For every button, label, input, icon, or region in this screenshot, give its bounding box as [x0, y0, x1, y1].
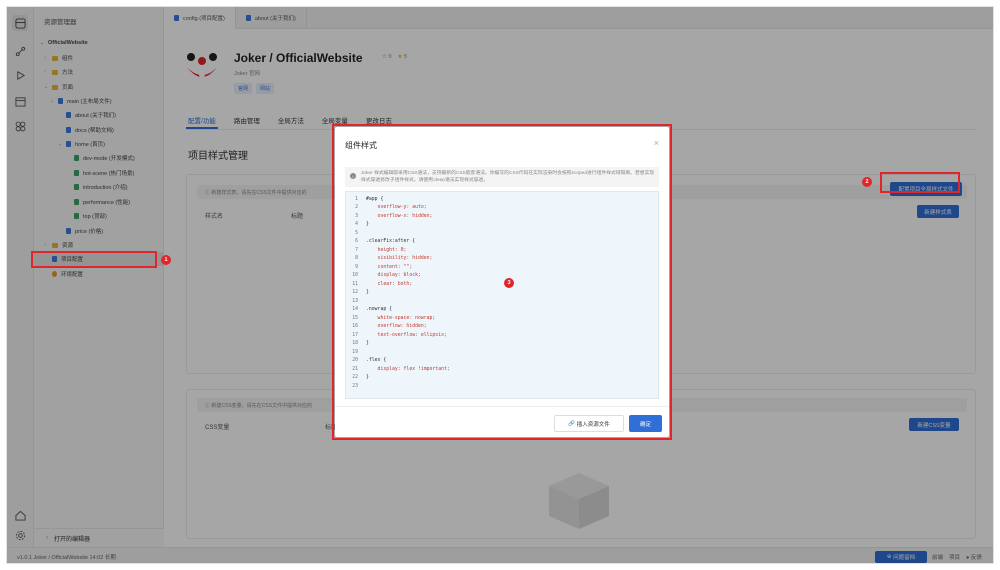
code-line[interactable]: 17 text-overflow: ellipsis; — [346, 331, 447, 340]
close-icon[interactable]: × — [654, 138, 659, 148]
line-number: 19 — [352, 349, 358, 355]
line-number: 2 — [355, 205, 358, 211]
code-text: display: flex !important; — [366, 366, 450, 372]
code-line[interactable]: 13 — [346, 297, 366, 306]
code-line[interactable]: 2 overflow-y: auto; — [346, 204, 427, 213]
line-number: 3 — [355, 213, 358, 219]
component-style-modal: 组件样式 × i Joker 样式编辑取采用CSS语法，支持最新的CSS嵌套语法… — [335, 127, 669, 437]
code-text: content: ""; — [366, 264, 413, 270]
confirm-button[interactable]: 确定 — [629, 415, 662, 432]
code-line[interactable]: 15 white-space: nowrap; — [346, 314, 435, 323]
code-line[interactable]: 18} — [346, 340, 369, 349]
code-line[interactable]: 5 — [346, 229, 366, 238]
line-number: 14 — [352, 307, 358, 313]
code-text: #app { — [366, 196, 384, 202]
code-text: height: 0; — [366, 247, 407, 253]
insert-resource-button[interactable]: 🔗 插入资源文件 — [554, 415, 624, 432]
code-line[interactable]: 12} — [346, 289, 369, 298]
code-line[interactable]: 14 .nowrap { — [346, 306, 392, 315]
line-number: 9 — [355, 264, 358, 270]
code-line[interactable]: 6 .clearFix:after { — [346, 238, 415, 247]
code-line[interactable]: 8 visibility: hidden; — [346, 255, 432, 264]
code-text: overflow-y: auto; — [366, 205, 427, 211]
line-number: 1 — [355, 196, 358, 202]
code-line[interactable]: 23 — [346, 382, 366, 391]
code-text: } — [366, 341, 369, 347]
code-text: } — [366, 290, 369, 296]
code-text: .flex { — [366, 358, 387, 364]
line-number: 13 — [352, 298, 358, 304]
line-number: 17 — [352, 332, 358, 338]
code-line[interactable]: 7 height: 0; — [346, 246, 406, 255]
code-text: overflow-x: hidden; — [366, 213, 433, 219]
line-number: 11 — [352, 281, 358, 287]
code-editor[interactable]: 1 #app {2 overflow-y: auto; 3 overflow-x: … — [345, 191, 659, 399]
annotation-badge-2: 2 — [862, 177, 872, 187]
code-line[interactable]: 4} — [346, 221, 369, 230]
line-number: 12 — [352, 290, 358, 296]
line-number: 10 — [352, 273, 358, 279]
line-number: 8 — [355, 256, 358, 262]
line-number: 22 — [352, 375, 358, 381]
line-number: 7 — [355, 247, 358, 253]
info-icon: i — [350, 173, 356, 179]
code-text: clear: both; — [366, 281, 413, 287]
code-text: visibility: hidden; — [366, 256, 433, 262]
line-number: 18 — [352, 341, 358, 347]
code-line[interactable]: 16 overflow: hidden; — [346, 323, 427, 332]
code-text: display: block; — [366, 273, 421, 279]
modal-note: i Joker 样式编辑取采用CSS语法，支持最新的CSS嵌套语法。你编写的CS… — [345, 167, 659, 187]
app-window: 资源管理器 ⌄ OfficialWebsite › 组件 › 方法 ⌄ 页面 ⌄ mai… — [6, 6, 994, 564]
line-number: 23 — [352, 383, 358, 389]
line-number: 20 — [352, 358, 358, 364]
line-number: 6 — [355, 239, 358, 245]
line-number: 21 — [352, 366, 358, 372]
code-text: .clearFix:after { — [366, 239, 416, 245]
highlight-project-config — [31, 251, 157, 268]
code-text: } — [366, 222, 369, 228]
line-number: 5 — [355, 230, 358, 236]
highlight-config-button — [880, 172, 960, 193]
code-line[interactable]: 20 .flex { — [346, 357, 386, 366]
code-line[interactable]: 1 #app { — [346, 195, 383, 204]
code-text: .nowrap { — [366, 307, 392, 313]
line-number: 15 — [352, 315, 358, 321]
modal-footer-divider — [335, 406, 669, 407]
code-text: white-space: nowrap; — [366, 315, 436, 321]
line-number: 4 — [355, 222, 358, 228]
line-number: 16 — [352, 324, 358, 330]
annotation-badge-1: 1 — [161, 255, 171, 265]
code-line[interactable]: 19 — [346, 348, 366, 357]
code-line[interactable]: 9 content: ""; — [346, 263, 412, 272]
code-text: text-overflow: ellipsis; — [366, 332, 447, 338]
annotation-badge-3: 3 — [504, 278, 514, 288]
code-line[interactable]: 10 display: block; — [346, 272, 421, 281]
modal-title: 组件样式 — [345, 141, 377, 150]
code-line[interactable]: 21 display: flex !important; — [346, 365, 450, 374]
code-text: overflow: hidden; — [366, 324, 427, 330]
code-line[interactable]: 22} — [346, 374, 369, 383]
code-text: } — [366, 375, 369, 381]
code-line[interactable]: 3 overflow-x: hidden; — [346, 212, 432, 221]
code-line[interactable]: 11 clear: both; — [346, 280, 412, 289]
